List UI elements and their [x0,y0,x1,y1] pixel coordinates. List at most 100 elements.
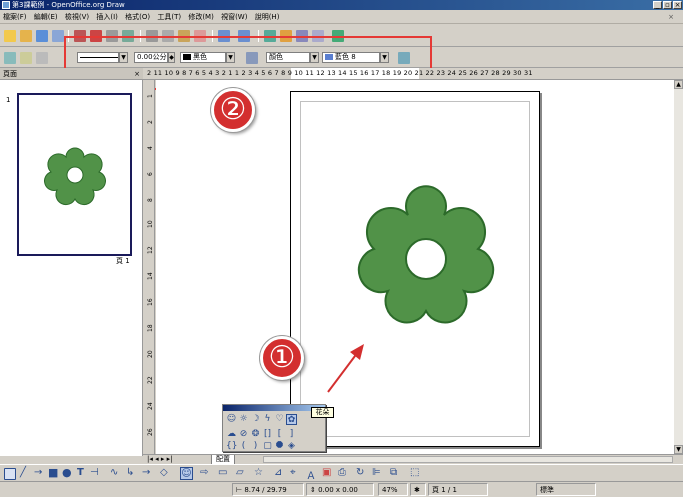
status-modified: ✱ [410,483,426,496]
vertical-ruler: 1 2 4 6 8 10 12 14 16 18 20 22 24 26 [143,80,155,456]
ruler-numbers: 2 11 10 9 8 7 6 5 4 3 2 1 1 2 3 4 5 6 7 … [147,69,533,77]
octagon-bevel-icon[interactable]: ⯃ [274,441,285,452]
flowchart-icon[interactable]: ▭ [218,467,227,478]
menu-modify[interactable]: 修改(M) [188,13,214,21]
open-icon[interactable] [20,30,32,42]
menu-file[interactable]: 檔案(F) [3,13,27,21]
minimize-button[interactable]: _ [653,1,662,9]
select-icon[interactable] [4,468,16,480]
horizontal-ruler: 2 11 10 9 8 7 6 5 4 3 2 1 1 2 3 4 5 6 7 … [143,68,683,80]
moon-shape-icon[interactable]: ☽ [250,414,261,425]
vertical-scrollbar[interactable]: ▲ ▼ [674,80,683,454]
shape-tooltip: 花朵 [311,407,334,418]
status-style: 標準 [536,483,596,496]
arrow-tool-icon[interactable]: → [34,467,42,478]
pages-pane: 1 頁 1 [0,80,143,456]
points-icon[interactable]: ⊿ [274,467,282,478]
square-bevel-icon[interactable]: ▢ [262,441,273,452]
left-bracket-icon[interactable]: [ [274,429,285,440]
window-title-bar: 第3課範例 - OpenOffice.org Draw _ ▫ × [0,0,683,10]
callouts-icon[interactable]: ▱ [236,467,244,478]
flower-shape-icon[interactable]: ✿ [286,414,297,425]
ellipse-tool-icon[interactable]: ● [62,466,72,479]
arrange-icon[interactable]: ⧉ [390,467,397,478]
svg-text:16: 16 [147,298,154,306]
callout-arrow [327,344,364,393]
vertical-ruler-ticks: 1 2 4 6 8 10 12 14 16 18 20 22 24 26 [147,94,154,436]
rectangle-tool-icon[interactable]: ■ [48,466,58,479]
text-tool-icon[interactable]: T [77,467,84,478]
svg-text:12: 12 [147,246,154,254]
app-icon [2,1,10,9]
close-pane-icon[interactable]: × [134,68,140,80]
menu-edit[interactable]: 編輯(E) [34,13,58,21]
tab-nav-icons[interactable]: |◂ ◂ ▸ ▸| [147,455,172,464]
heart-shape-icon[interactable]: ♡ [274,414,285,425]
new-document-icon[interactable] [4,30,16,42]
left-brace-icon[interactable]: ( [238,441,249,452]
status-zoom[interactable]: 47% [378,483,408,496]
from-file-icon[interactable]: ▣ [322,467,331,478]
close-document-icon[interactable]: × [668,10,674,24]
svg-text:6: 6 [147,172,154,176]
stars-icon[interactable]: ☆ [254,467,263,478]
fontwork-icon[interactable]: Ａ [306,467,316,482]
block-arrows-icon[interactable]: ⇨ [200,467,208,478]
sun-shape-icon[interactable]: ☼ [238,414,249,425]
flower-shape[interactable] [356,185,496,330]
right-brace-icon[interactable]: ) [250,441,261,452]
position-value: 8.74 / 29.79 [244,486,287,494]
brace-pair-icon[interactable]: {} [226,441,237,452]
menu-bar: 檔案(F) 編輯(E) 檢視(V) 插入(I) 格式(O) 工具(T) 修改(M… [0,10,683,24]
palette-title-bar[interactable] [223,405,325,411]
fit-text-icon[interactable]: ⊣ [90,467,99,478]
status-page: 頁 1 / 1 [428,483,488,496]
diamond-bevel-icon[interactable]: ◈ [286,441,297,452]
line-tool-icon[interactable]: ╱ [20,467,26,478]
close-button[interactable]: × [673,1,682,9]
right-bracket-icon[interactable]: ] [286,429,297,440]
basic-shapes-icon[interactable]: ◇ [160,467,168,478]
svg-text:10: 10 [147,220,154,228]
lines-arrows-icon[interactable]: → [142,467,150,478]
extrusion-icon[interactable]: ⬚ [410,467,419,478]
line-icon[interactable] [20,52,32,64]
curve-tool-icon[interactable]: ∿ [110,467,118,478]
page-thumbnail[interactable] [17,93,132,256]
gallery-icon[interactable]: ⎙ [338,467,346,478]
horizontal-scrollbar[interactable] [263,456,673,463]
cloud-shape-icon[interactable]: ☁ [226,429,237,440]
puzzle-shape-icon[interactable]: ❂ [250,429,261,440]
window-title: 第3課範例 - OpenOffice.org Draw [12,1,125,9]
svg-text:2: 2 [147,120,154,124]
smiley-shape-icon[interactable]: ☺ [226,414,237,425]
menu-help[interactable]: 說明(H) [255,13,280,21]
glue-points-icon[interactable]: ⌖ [290,467,296,478]
lightning-shape-icon[interactable]: ϟ [262,414,273,425]
callout-badge-2: ② [211,88,255,132]
menu-format[interactable]: 格式(O) [125,13,150,21]
symbol-shapes-icon[interactable]: ☺ [180,467,193,480]
maximize-button[interactable]: ▫ [663,1,672,9]
menu-tools[interactable]: 工具(T) [157,13,181,21]
svg-text:26: 26 [147,428,154,436]
rotate-icon[interactable]: ↻ [356,467,364,478]
menu-window[interactable]: 視窗(W) [221,13,247,21]
styles-icon[interactable] [4,52,16,64]
svg-text:1: 1 [147,94,154,98]
arrow-style-icon[interactable] [36,52,48,64]
scroll-up-icon[interactable]: ▲ [674,80,683,89]
svg-text:20: 20 [147,350,154,358]
callout-badge-1: ① [260,336,304,380]
save-icon[interactable] [36,30,48,42]
bracket-pair-icon[interactable]: [] [262,429,273,440]
scroll-down-icon[interactable]: ▼ [674,445,683,454]
svg-text:24: 24 [147,402,154,410]
forbidden-shape-icon[interactable]: ⊘ [238,429,249,440]
email-icon[interactable] [52,30,64,42]
align-icon[interactable]: ⊫ [372,467,381,478]
pages-pane-title: 頁面 [3,70,17,78]
menu-insert[interactable]: 插入(I) [96,13,118,21]
connector-tool-icon[interactable]: ↳ [126,467,134,478]
menu-view[interactable]: 檢視(V) [65,13,89,21]
